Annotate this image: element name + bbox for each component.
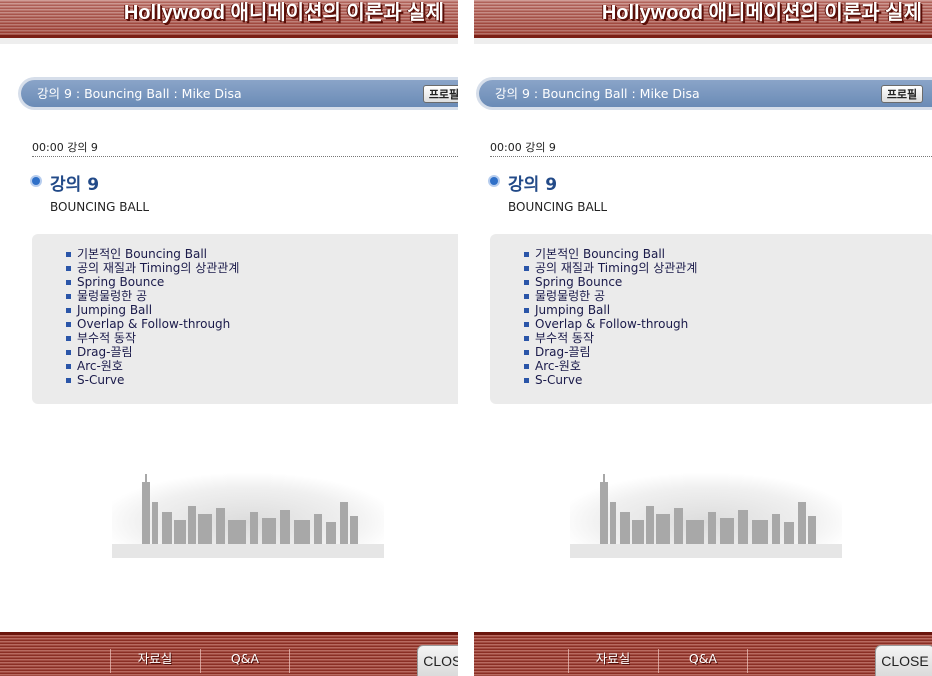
topics-box: 기본적인 Bouncing Ball 공의 재질과 Timing의 상관관계 S… [490,234,932,404]
footer-bar: 자료실 Q&A CLOSE [474,632,932,676]
banner-divider [474,38,932,44]
square-bullet-icon [524,378,529,383]
list-item: 물렁물렁한 공 [524,289,697,303]
list-item: S-Curve [66,373,239,387]
list-item: 물렁물렁한 공 [66,289,239,303]
list-item: Arc-원호 [524,359,697,373]
list-item: 부수적 동작 [524,331,697,345]
square-bullet-icon [66,252,71,257]
square-bullet-icon [524,266,529,271]
square-bullet-icon [524,322,529,327]
bullet-icon [32,177,40,185]
footer-separator [658,649,659,673]
square-bullet-icon [524,294,529,299]
archive-button[interactable]: 자료실 [570,646,656,672]
list-item: 공의 재질과 Timing의 상관관계 [524,261,697,275]
square-bullet-icon [524,364,529,369]
list-item: Drag-끌림 [66,345,239,359]
footer-separator [568,649,569,673]
profile-button[interactable]: 프로필 [881,85,923,103]
topics-list: 기본적인 Bouncing Ball 공의 재질과 Timing의 상관관계 S… [66,247,239,387]
list-item: S-Curve [524,373,697,387]
window-left: Hollywood 애니메이션의 이론과 실제 강의 9 : Bouncing … [0,0,458,676]
footer-separator [110,649,111,673]
window-right: Hollywood 애니메이션의 이론과 실제 강의 9 : Bouncing … [474,0,932,676]
square-bullet-icon [66,364,71,369]
time-label: 00:00 강의 9 [32,141,98,154]
divider [32,156,458,157]
list-item: Overlap & Follow-through [524,317,697,331]
topics-list: 기본적인 Bouncing Ball 공의 재질과 Timing의 상관관계 S… [524,247,697,387]
divider [490,156,932,157]
list-item: Jumping Ball [524,303,697,317]
banner-title: Hollywood 애니메이션의 이론과 실제 [123,2,444,24]
topics-box: 기본적인 Bouncing Ball 공의 재질과 Timing의 상관관계 S… [32,234,458,404]
list-item: Jumping Ball [66,303,239,317]
square-bullet-icon [66,266,71,271]
list-item: Drag-끌림 [524,345,697,359]
archive-button[interactable]: 자료실 [112,646,198,672]
city-skyline-image [112,468,384,558]
square-bullet-icon [524,350,529,355]
square-bullet-icon [524,252,529,257]
square-bullet-icon [66,336,71,341]
top-banner: Hollywood 애니메이션의 이론과 실제 [0,0,458,38]
square-bullet-icon [524,280,529,285]
square-bullet-icon [66,294,71,299]
list-item: 공의 재질과 Timing의 상관관계 [66,261,239,275]
square-bullet-icon [66,322,71,327]
city-skyline-image [570,468,842,558]
lecture-subtitle: BOUNCING BALL [508,200,608,214]
time-label: 00:00 강의 9 [490,141,556,154]
lecture-heading: 강의 9 [50,175,100,195]
square-bullet-icon [66,378,71,383]
close-button[interactable]: CLOSE [875,645,932,676]
square-bullet-icon [524,336,529,341]
lecture-bar: 강의 9 : Bouncing Ball : Mike Disa 프로필 [18,77,458,110]
top-banner: Hollywood 애니메이션의 이론과 실제 [474,0,932,38]
lecture-heading: 강의 9 [508,175,558,195]
banner-title: Hollywood 애니메이션의 이론과 실제 [601,2,922,24]
footer-bar: 자료실 Q&A CLOSE [0,632,458,676]
square-bullet-icon [524,308,529,313]
qa-button[interactable]: Q&A [660,646,746,672]
profile-button[interactable]: 프로필 [423,85,458,103]
list-item: 기본적인 Bouncing Ball [524,247,697,261]
list-item: Spring Bounce [66,275,239,289]
footer-separator [200,649,201,673]
lecture-subtitle: BOUNCING BALL [50,200,150,214]
list-item: 부수적 동작 [66,331,239,345]
square-bullet-icon [66,280,71,285]
list-item: Spring Bounce [524,275,697,289]
footer-separator [289,649,290,673]
list-item: Arc-원호 [66,359,239,373]
square-bullet-icon [66,350,71,355]
list-item: 기본적인 Bouncing Ball [66,247,239,261]
list-item: Overlap & Follow-through [66,317,239,331]
lecture-bar-title: 강의 9 : Bouncing Ball : Mike Disa [37,86,242,101]
banner-divider [0,38,458,44]
close-button[interactable]: CLOSE [417,645,458,676]
lecture-bar: 강의 9 : Bouncing Ball : Mike Disa 프로필 [476,77,932,110]
qa-button[interactable]: Q&A [202,646,288,672]
square-bullet-icon [66,308,71,313]
footer-separator [747,649,748,673]
bullet-icon [490,177,498,185]
lecture-bar-title: 강의 9 : Bouncing Ball : Mike Disa [495,86,700,101]
